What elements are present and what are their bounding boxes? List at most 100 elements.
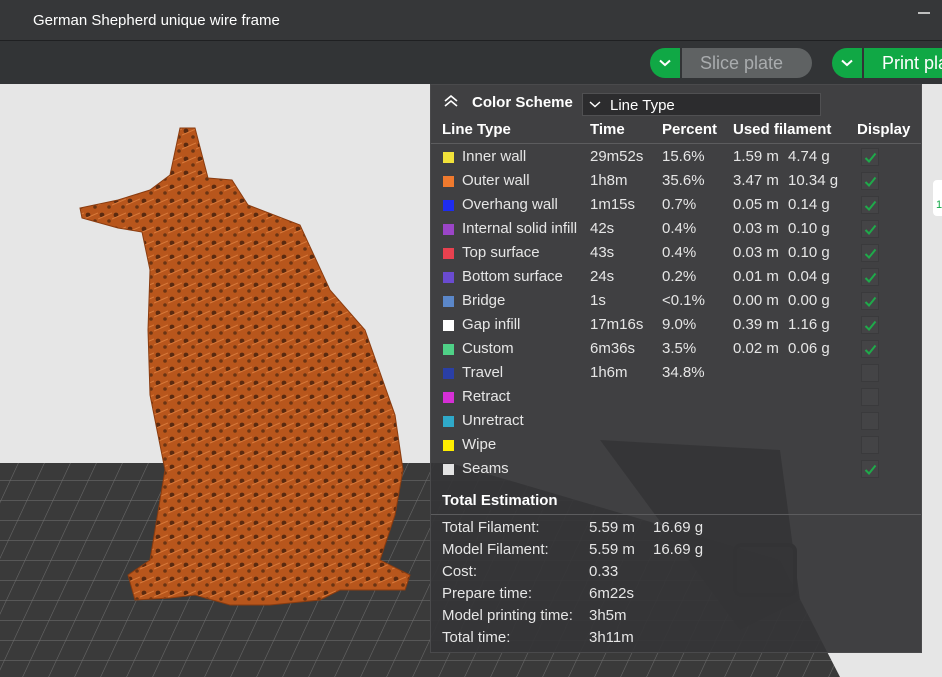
line-type-name: Bridge <box>462 292 506 309</box>
color-swatch <box>443 368 454 379</box>
total-label: Model printing time: <box>442 607 573 624</box>
color-scheme-dropdown[interactable]: Line Type <box>582 93 821 116</box>
percent-value: 9.0% <box>662 316 697 333</box>
display-checkbox[interactable] <box>861 292 879 310</box>
percent-value: 0.7% <box>662 196 697 213</box>
chevron-down-icon <box>841 59 853 67</box>
display-checkbox[interactable] <box>861 172 879 190</box>
total-label: Total Filament: <box>442 519 540 536</box>
total-row: Model Filament: 5.59 m 16.69 g <box>431 538 921 560</box>
line-type-name: Overhang wall <box>462 196 558 213</box>
time-value: 1s <box>590 292 606 309</box>
time-value: 1h8m <box>590 172 628 189</box>
filament-grams: 1.16 g <box>788 316 830 333</box>
display-checkbox[interactable] <box>861 196 879 214</box>
display-checkbox[interactable] <box>861 340 879 358</box>
legend-row: Seams <box>431 457 921 481</box>
line-type-name: Top surface <box>462 244 540 261</box>
legend-row: Internal solid infill 42s 0.4% 0.03 m 0.10 g <box>431 217 921 241</box>
filament-meters: 0.03 m <box>733 244 779 261</box>
color-swatch <box>443 152 454 163</box>
header-time: Time <box>590 121 625 138</box>
display-checkbox[interactable] <box>861 388 879 406</box>
line-type-name: Wipe <box>462 436 497 453</box>
color-swatch <box>443 416 454 427</box>
total-label: Cost: <box>442 563 478 580</box>
minimize-button[interactable] <box>918 12 930 14</box>
display-checkbox[interactable] <box>861 436 879 454</box>
color-scheme-row: Color Scheme Line Type <box>431 85 921 119</box>
color-scheme-value: Line Type <box>610 97 675 114</box>
checkmark-icon <box>864 248 876 259</box>
total-label: Prepare time: <box>442 585 533 602</box>
color-swatch <box>443 320 454 331</box>
filament-meters: 0.02 m <box>733 340 779 357</box>
checkmark-icon <box>864 296 876 307</box>
color-swatch <box>443 248 454 259</box>
side-collapse-tab[interactable]: 1 <box>933 180 942 216</box>
color-swatch <box>443 464 454 475</box>
checkmark-icon <box>864 272 876 283</box>
display-checkbox[interactable] <box>861 364 879 382</box>
percent-value: 0.2% <box>662 268 697 285</box>
filament-grams: 0.06 g <box>788 340 830 357</box>
checkmark-icon <box>864 320 876 331</box>
filament-grams: 4.74 g <box>788 148 830 165</box>
time-value: 17m16s <box>590 316 644 333</box>
display-checkbox[interactable] <box>861 316 879 334</box>
line-type-name: Internal solid infill <box>462 220 578 237</box>
checkmark-icon <box>864 200 876 211</box>
legend-row: Wipe <box>431 433 921 457</box>
slice-legend-panel: Color Scheme Line Type Line Type Time Pe… <box>430 84 922 653</box>
time-value: 1h6m <box>590 364 628 381</box>
header-percent: Percent <box>662 121 718 138</box>
slice-plate-group: Slice plate <box>650 48 812 78</box>
chevron-down-icon <box>659 59 671 67</box>
slice-plate-button[interactable]: Slice plate <box>682 48 812 78</box>
print-plate-button[interactable]: Print plate <box>864 48 942 78</box>
header-display: Display <box>857 121 911 138</box>
legend-row: Bridge 1s <0.1% 0.00 m 0.00 g <box>431 289 921 313</box>
legend-row: Unretract <box>431 409 921 433</box>
total-value-1: 5.59 m <box>589 519 635 536</box>
legend-row: Bottom surface 24s 0.2% 0.01 m 0.04 g <box>431 265 921 289</box>
total-row: Model printing time: 3h5m <box>431 604 921 626</box>
legend-row: Custom 6m36s 3.5% 0.02 m 0.06 g <box>431 337 921 361</box>
total-value-2: 16.69 g <box>653 519 704 536</box>
total-row: Total time: 3h11m <box>431 626 921 648</box>
display-checkbox[interactable] <box>861 412 879 430</box>
legend-row: Retract <box>431 385 921 409</box>
legend-row: Inner wall 29m52s 15.6% 1.59 m 4.74 g <box>431 145 921 169</box>
total-estimation-title: Total Estimation <box>442 492 558 509</box>
percent-value: 0.4% <box>662 244 697 261</box>
collapse-up-icon[interactable] <box>443 95 459 107</box>
display-checkbox[interactable] <box>861 148 879 166</box>
filament-grams: 0.04 g <box>788 268 830 285</box>
filament-meters: 0.00 m <box>733 292 779 309</box>
slice-dropdown-button[interactable] <box>650 48 680 78</box>
filament-meters: 0.05 m <box>733 196 779 213</box>
checkmark-icon <box>864 344 876 355</box>
percent-value: <0.1% <box>662 292 705 309</box>
line-type-name: Retract <box>462 388 511 405</box>
percent-value: 15.6% <box>662 148 705 165</box>
time-value: 1m15s <box>590 196 636 213</box>
percent-value: 35.6% <box>662 172 705 189</box>
display-checkbox[interactable] <box>861 220 879 238</box>
total-value-1: 0.33 <box>589 563 619 580</box>
display-checkbox[interactable] <box>861 268 879 286</box>
percent-value: 34.8% <box>662 364 705 381</box>
total-divider <box>431 514 921 515</box>
filament-grams: 0.10 g <box>788 244 830 261</box>
legend-row: Outer wall 1h8m 35.6% 3.47 m 10.34 g <box>431 169 921 193</box>
display-checkbox[interactable] <box>861 244 879 262</box>
checkmark-icon <box>864 176 876 187</box>
total-row: Total Filament: 5.59 m 16.69 g <box>431 516 921 538</box>
print-dropdown-button[interactable] <box>832 48 862 78</box>
display-checkbox[interactable] <box>861 460 879 478</box>
line-type-name: Bottom surface <box>462 268 563 285</box>
color-swatch <box>443 440 454 451</box>
total-value-1: 6m22s <box>589 585 635 602</box>
header-line-type: Line Type <box>442 121 511 138</box>
time-value: 24s <box>590 268 615 285</box>
